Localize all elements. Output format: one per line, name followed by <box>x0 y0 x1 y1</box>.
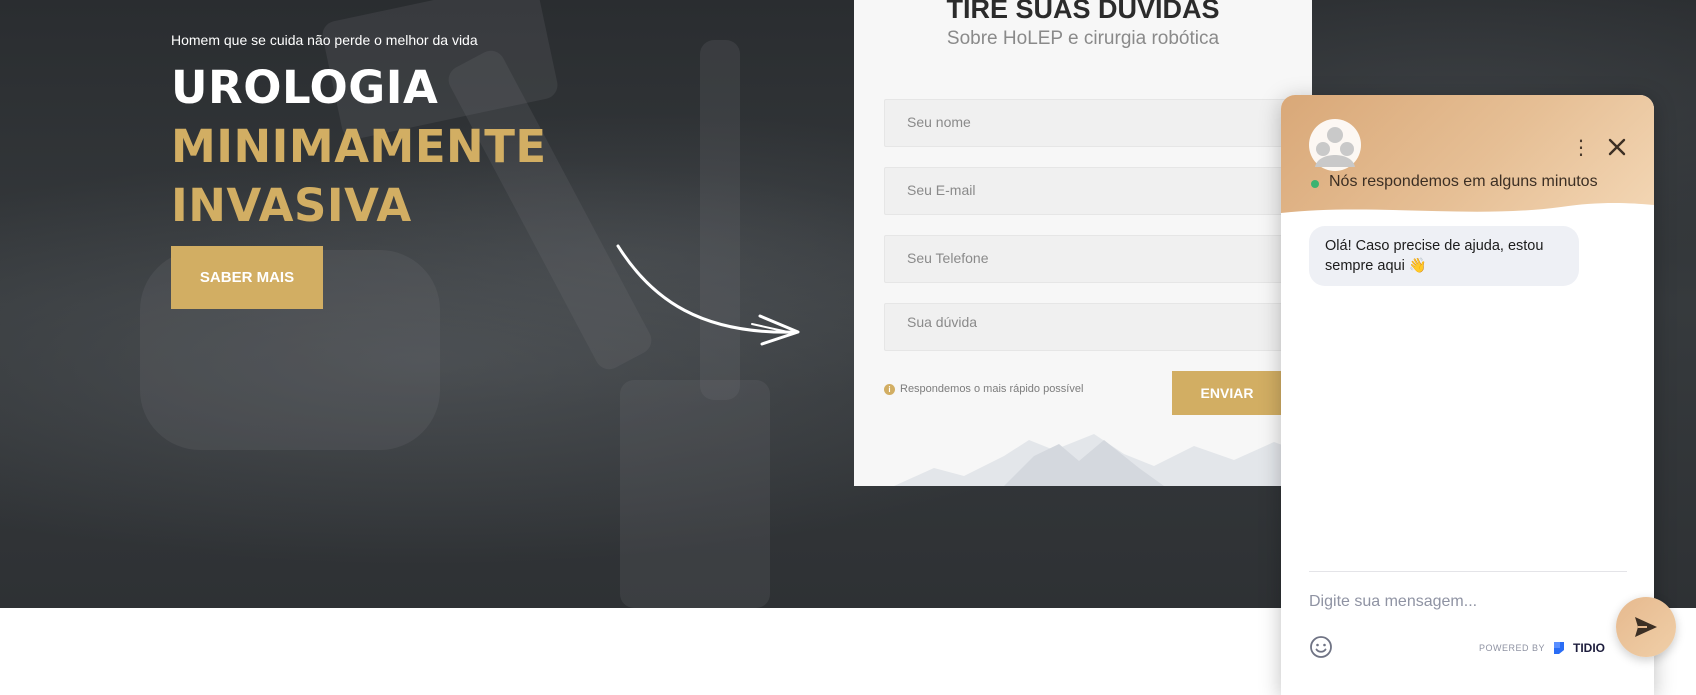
enviar-button[interactable]: ENVIAR <box>1172 371 1282 415</box>
name-field[interactable]: Seu nome <box>884 99 1304 147</box>
more-vertical-icon[interactable]: ⋮ <box>1571 137 1591 157</box>
emoji-icon[interactable] <box>1309 635 1333 659</box>
mountains-decoration <box>894 434 1312 486</box>
question-textarea[interactable]: Sua dúvida <box>884 303 1304 351</box>
tidio-logo-icon <box>1554 642 1565 654</box>
email-field[interactable]: Seu E-mail <box>884 167 1304 215</box>
hero-kicker: Homem que se cuida não perde o melhor da… <box>171 32 478 48</box>
chat-message-bubble: Olá! Caso precise de ajuda, estou sempre… <box>1309 226 1579 286</box>
info-icon: i <box>884 383 895 395</box>
phone-field[interactable]: Seu Telefone <box>884 235 1304 283</box>
chat-status-text: Nós respondemos em alguns minutos <box>1329 173 1598 190</box>
powered-by[interactable]: POWERED BY TIDIO <box>1479 640 1605 656</box>
online-status-dot <box>1311 180 1319 188</box>
hero-title: UROLOGIA MINIMAMENTE INVASIVA <box>171 58 811 235</box>
arrow-icon <box>616 244 800 346</box>
hero-title-white: UROLOGIA <box>171 61 439 114</box>
powered-by-text: POWERED BY <box>1479 643 1546 653</box>
chat-divider <box>1309 571 1627 572</box>
form-subtitle: Sobre HoLEP e cirurgia robótica <box>946 28 1220 49</box>
background-image-shape <box>620 380 770 608</box>
close-icon[interactable] <box>1603 133 1631 161</box>
send-icon <box>1635 617 1657 637</box>
saber-mais-button[interactable]: SABER MAIS <box>171 246 323 309</box>
header-wave <box>1281 203 1654 219</box>
hero-title-gold-2: INVASIVA <box>171 179 412 232</box>
note-text: Respondemos o mais rápido possível <box>900 383 1084 395</box>
form-title: TIRE SUAS DÚVIDAS <box>946 0 1220 24</box>
tidio-brand: TIDIO <box>1573 641 1606 655</box>
chat-message-input[interactable]: Digite sua mensagem... <box>1309 593 1569 611</box>
avatar-icon <box>1309 119 1361 171</box>
chat-widget: ⋮ Nós respondemos em alguns minutos Olá!… <box>1281 95 1654 695</box>
contact-form-card: TIRE SUAS DÚVIDAS Sobre HoLEP e cirurgia… <box>854 0 1312 486</box>
response-note: i Respondemos o mais rápido possível <box>884 383 1083 395</box>
hero-title-gold: MINIMAMENTE <box>171 120 547 173</box>
send-message-button[interactable] <box>1616 597 1676 657</box>
